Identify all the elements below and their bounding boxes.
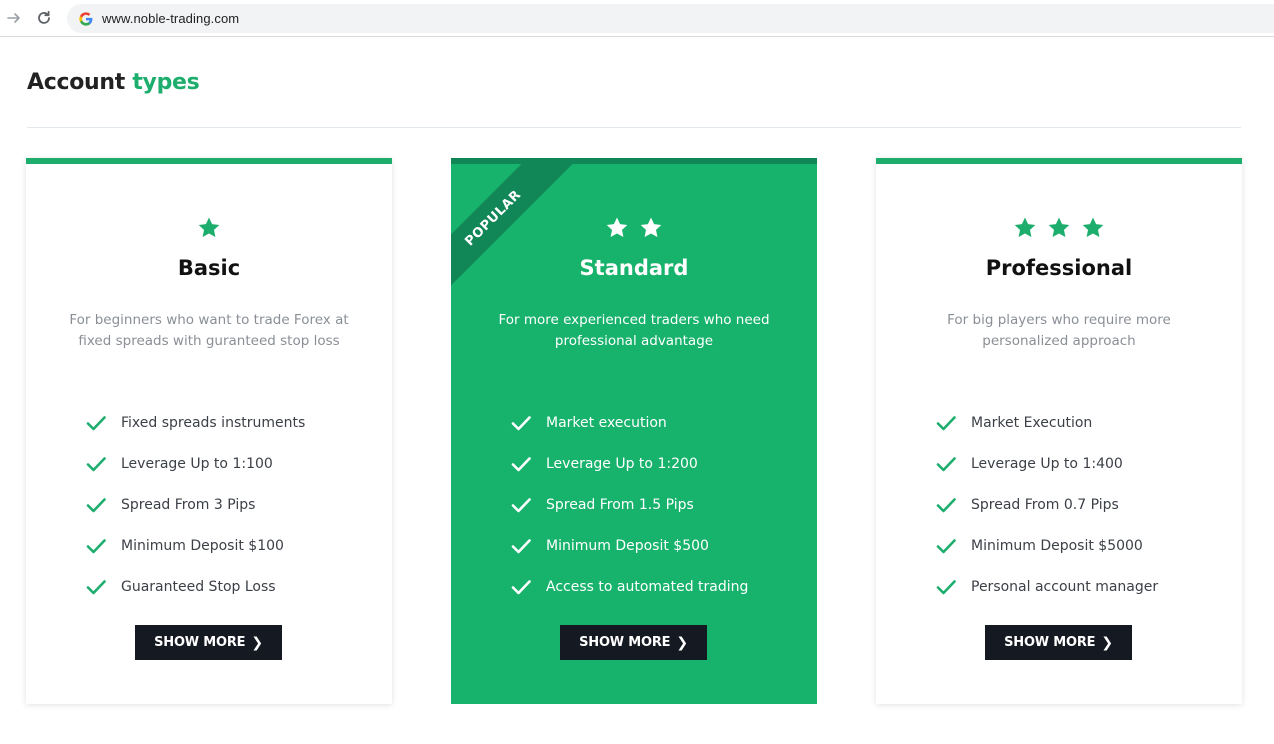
check-icon [511,579,531,594]
star-icon [1048,217,1070,237]
card-description: For more experienced traders who need pr… [498,312,770,349]
check-icon [86,456,106,471]
star-rating [451,216,817,246]
feature-item: Fixed spreads instruments [86,402,305,443]
star-icon [640,217,662,237]
feature-item: Minimum Deposit $100 [86,525,305,566]
reload-icon[interactable] [32,6,56,30]
card-description: For beginners who want to trade Forex at… [69,312,349,349]
forward-arrow-icon[interactable] [2,6,26,30]
show-more-label: SHOW MORE [579,635,671,650]
feature-label: Spread From 3 Pips [121,496,256,513]
show-more-label: SHOW MORE [154,635,246,650]
feature-item: Spread From 1.5 Pips [511,484,748,525]
feature-label: Market Execution [971,414,1093,431]
chevron-right-icon: ❯ [251,635,263,651]
star-icon [1082,217,1104,237]
card-description: For big players who require more persona… [947,312,1171,349]
page-title: Account types [27,70,200,95]
url-text: www.noble-trading.com [102,11,240,26]
check-icon [936,497,956,512]
feature-item: Access to automated trading [511,566,748,607]
feature-label: Market execution [546,414,667,431]
address-bar[interactable]: www.noble-trading.com [67,4,1274,33]
chevron-right-icon: ❯ [676,635,688,651]
check-icon [511,415,531,430]
feature-list: Fixed spreads instruments Leverage Up to… [86,402,305,607]
account-card-professional: Professional For big players who require… [876,158,1242,704]
feature-item: Leverage Up to 1:100 [86,443,305,484]
check-icon [936,538,956,553]
star-icon [198,217,220,237]
feature-label: Guaranteed Stop Loss [121,578,276,595]
feature-label: Minimum Deposit $5000 [971,537,1143,554]
check-icon [936,456,956,471]
card-title: Professional [985,256,1133,280]
account-card-standard: POPULAR Standard For more experienced tr… [451,158,817,704]
check-icon [86,497,106,512]
check-icon [936,415,956,430]
check-icon [511,456,531,471]
feature-label: Leverage Up to 1:100 [121,455,273,472]
browser-toolbar: www.noble-trading.com [0,0,1274,37]
feature-list: Market Execution Leverage Up to 1:400 Sp… [936,402,1158,607]
feature-item: Leverage Up to 1:400 [936,443,1158,484]
check-icon [86,415,106,430]
show-more-button[interactable]: SHOW MORE ❯ [560,625,707,660]
show-more-button[interactable]: SHOW MORE ❯ [135,625,282,660]
feature-list: Market execution Leverage Up to 1:200 Sp… [511,402,748,607]
page-title-accent: types [132,70,200,95]
feature-label: Fixed spreads instruments [121,414,306,431]
title-divider [27,127,1241,128]
feature-item: Personal account manager [936,566,1158,607]
show-more-label: SHOW MORE [1004,635,1096,650]
feature-item: Minimum Deposit $5000 [936,525,1158,566]
star-icon [1014,217,1036,237]
page-title-plain: Account [27,70,133,95]
chevron-right-icon: ❯ [1101,635,1113,651]
card-title: Basic [177,256,241,280]
feature-label: Personal account manager [971,578,1159,595]
check-icon [936,579,956,594]
feature-item: Guaranteed Stop Loss [86,566,305,607]
feature-label: Spread From 0.7 Pips [971,496,1119,513]
star-icon [606,217,628,237]
feature-label: Minimum Deposit $100 [121,537,284,554]
google-g-icon [79,11,93,26]
check-icon [86,538,106,553]
account-card-basic: Basic For beginners who want to trade Fo… [26,158,392,704]
feature-label: Leverage Up to 1:400 [971,455,1123,472]
feature-item: Market execution [511,402,748,443]
feature-label: Access to automated trading [546,578,749,595]
check-icon [511,497,531,512]
show-more-button[interactable]: SHOW MORE ❯ [985,625,1132,660]
feature-label: Minimum Deposit $500 [546,537,709,554]
card-title: Standard [579,256,689,280]
check-icon [511,538,531,553]
feature-item: Spread From 3 Pips [86,484,305,525]
feature-item: Spread From 0.7 Pips [936,484,1158,525]
feature-label: Spread From 1.5 Pips [546,496,694,513]
star-rating [876,216,1242,246]
feature-item: Minimum Deposit $500 [511,525,748,566]
feature-label: Leverage Up to 1:200 [546,455,698,472]
feature-item: Market Execution [936,402,1158,443]
check-icon [86,579,106,594]
feature-item: Leverage Up to 1:200 [511,443,748,484]
star-rating [26,216,392,246]
